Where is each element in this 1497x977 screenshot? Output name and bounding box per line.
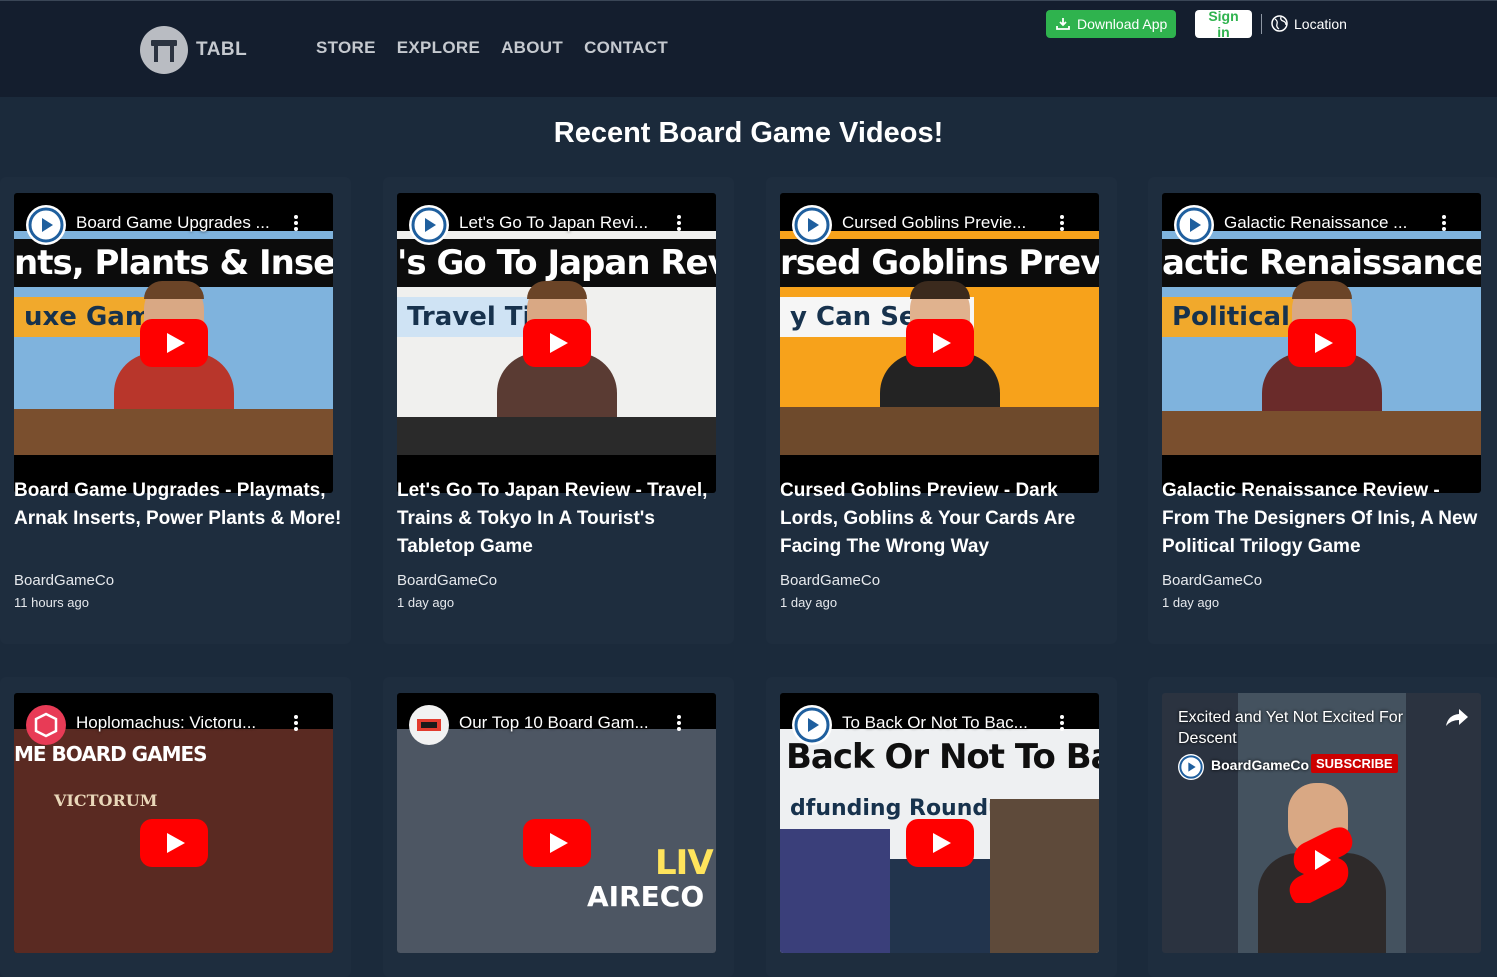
video-title[interactable]: Galactic Renaissance Review - From The D… [1162, 477, 1492, 561]
video-card: 's Go To Japan Review Travel Tip Let's G… [383, 177, 734, 644]
player-title[interactable]: Cursed Goblins Previe... [842, 213, 1026, 233]
more-options-icon[interactable] [1060, 715, 1064, 733]
video-player[interactable]: ME BOARD GAMES VICTORUM Hoplomachus: Vic… [14, 693, 333, 953]
globe-icon [1271, 15, 1288, 32]
more-options-icon[interactable] [294, 715, 298, 733]
player-title[interactable]: To Back Or Not To Bac... [842, 713, 1028, 733]
thumbnail-banner: 's Go To Japan Review [397, 239, 716, 287]
nav-store[interactable]: STORE [316, 38, 376, 58]
player-title[interactable]: Board Game Upgrades ... [76, 213, 270, 233]
video-card: rsed Goblins Preview y Can See... Cursed… [766, 177, 1117, 644]
player-title[interactable]: Hoplomachus: Victoru... [76, 713, 256, 733]
youtube-play-icon[interactable] [140, 319, 208, 367]
channel-avatar-icon[interactable] [409, 205, 449, 245]
share-icon[interactable] [1444, 707, 1470, 729]
video-time: 1 day ago [780, 595, 838, 610]
download-app-button[interactable]: Download App [1046, 10, 1177, 38]
youtube-play-icon[interactable] [523, 819, 591, 867]
youtube-play-icon[interactable] [906, 319, 974, 367]
channel-avatar-icon[interactable] [26, 705, 66, 745]
video-title[interactable]: Board Game Upgrades - Playmats, Arnak In… [14, 477, 344, 533]
page-title: Recent Board Game Videos! [553, 117, 944, 149]
header-divider [1261, 14, 1262, 34]
video-player[interactable]: nts, Plants & Inserts uxe Game Board Gam… [14, 193, 333, 493]
thumbnail-banner: rsed Goblins Preview [780, 239, 1099, 287]
video-channel: BoardGameCo [397, 572, 498, 589]
channel-avatar-icon[interactable] [792, 205, 832, 245]
thumbnail-banner: ME BOARD GAMES [14, 742, 208, 766]
shorts-title[interactable]: Excited and Yet Not Excited For Descent [1178, 707, 1418, 749]
youtube-shorts-icon[interactable] [1286, 823, 1358, 903]
video-card: Back Or Not To Back dfunding Roundup To … [766, 677, 1117, 977]
youtube-play-icon[interactable] [1288, 319, 1356, 367]
video-card: nts, Plants & Inserts uxe Game Board Gam… [0, 177, 351, 644]
video-player[interactable]: rsed Goblins Preview y Can See... Cursed… [780, 193, 1099, 493]
thumbnail-banner: nts, Plants & Inserts [14, 239, 333, 287]
nav-contact[interactable]: CONTACT [584, 38, 668, 58]
player-title[interactable]: Galactic Renaissance ... [1224, 213, 1407, 233]
video-player[interactable]: 's Go To Japan Review Travel Tip Let's G… [397, 193, 716, 493]
nav-about[interactable]: ABOUT [501, 38, 563, 58]
youtube-play-icon[interactable] [523, 319, 591, 367]
video-card: actic Renaissance Review Political Tri G… [1148, 177, 1497, 644]
thumbnail-subbanner: AIRECO [587, 880, 705, 913]
channel-avatar-icon[interactable] [792, 705, 832, 745]
download-icon [1056, 18, 1070, 30]
more-options-icon[interactable] [677, 215, 681, 233]
logo-table-icon [140, 26, 188, 74]
thumbnail-subbanner: VICTORUM [54, 791, 158, 810]
video-player[interactable]: actic Renaissance Review Political Tri G… [1162, 193, 1481, 493]
video-channel: BoardGameCo [780, 572, 881, 589]
subscribe-button[interactable]: SUBSCRIBE [1311, 754, 1398, 773]
video-time: 1 day ago [1162, 595, 1220, 610]
video-card: ME BOARD GAMES VICTORUM Hoplomachus: Vic… [0, 677, 351, 977]
channel-avatar-icon[interactable] [26, 205, 66, 245]
more-options-icon[interactable] [294, 215, 298, 233]
video-channel: BoardGameCo [1162, 572, 1263, 589]
thumbnail-banner: Back Or Not To Back [786, 737, 1099, 777]
site-header: TABL STORE EXPLORE ABOUT CONTACT Downloa… [0, 0, 1497, 97]
location-selector[interactable]: Location [1271, 15, 1347, 32]
location-label: Location [1294, 15, 1347, 32]
sign-in-button[interactable]: Sign in [1195, 8, 1252, 40]
shorts-channel[interactable]: BoardGameCo [1211, 757, 1309, 773]
video-player[interactable]: Back Or Not To Back dfunding Roundup To … [780, 693, 1099, 953]
video-player[interactable]: LIV AIRECO Our Top 10 Board Gam... [397, 693, 716, 953]
download-app-label: Download App [1077, 16, 1168, 32]
youtube-play-icon[interactable] [906, 819, 974, 867]
channel-avatar-icon[interactable] [409, 705, 449, 745]
youtube-play-icon[interactable] [140, 819, 208, 867]
nav-explore[interactable]: EXPLORE [397, 38, 480, 58]
shorts-player[interactable]: Excited and Yet Not Excited For Descent … [1162, 693, 1481, 953]
video-title[interactable]: Cursed Goblins Preview - Dark Lords, Gob… [780, 477, 1110, 561]
more-options-icon[interactable] [1442, 215, 1446, 233]
more-options-icon[interactable] [677, 715, 681, 733]
channel-avatar-icon[interactable] [1178, 754, 1204, 780]
player-title[interactable]: Our Top 10 Board Gam... [459, 713, 649, 733]
video-card: Excited and Yet Not Excited For Descent … [1148, 677, 1497, 977]
player-title[interactable]: Let's Go To Japan Revi... [459, 213, 648, 233]
video-card: LIV AIRECO Our Top 10 Board Gam... [383, 677, 734, 977]
more-options-icon[interactable] [1060, 215, 1064, 233]
thumbnail-banner: actic Renaissance Review [1162, 239, 1481, 287]
logo-text: TABL [196, 39, 248, 60]
main-nav: STORE EXPLORE ABOUT CONTACT [316, 38, 668, 58]
video-time: 1 day ago [397, 595, 455, 610]
channel-avatar-icon[interactable] [1174, 205, 1214, 245]
site-logo[interactable]: TABL [140, 26, 247, 74]
video-time: 11 hours ago [14, 595, 89, 610]
video-title[interactable]: Let's Go To Japan Review - Travel, Train… [397, 477, 727, 561]
video-channel: BoardGameCo [14, 572, 115, 589]
